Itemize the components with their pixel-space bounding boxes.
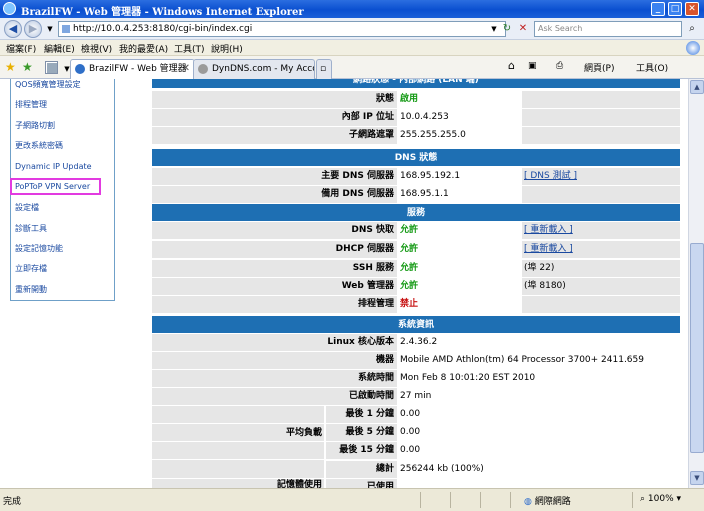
window-title: BrazilFW - Web 管理器 - Windows Internet Ex… (21, 7, 304, 18)
feeds-icon[interactable]: ▣ (528, 61, 537, 71)
menu-help[interactable]: 說明(H) (211, 42, 243, 55)
url-input[interactable]: http://10.0.4.253:8180/cgi-bin/index.cgi (58, 21, 506, 37)
quick-tabs-icon[interactable] (45, 61, 58, 74)
address-bar: ◀ ▶ ▼ http://10.0.4.253:8180/cgi-bin/ind… (0, 18, 704, 40)
vertical-scrollbar[interactable]: ▲ ▼ (688, 79, 704, 488)
page-menu[interactable]: 網頁(P) (584, 61, 614, 74)
reload-dns-link[interactable]: [ 重新載入 ] (522, 222, 680, 239)
tab-brazilfw[interactable]: BrazilFW - Web 管理器 ✕ (70, 59, 195, 79)
sidebar-item-qos[interactable]: QOS頻寬管理設定 (15, 79, 81, 90)
table-row: SSH 服務 允許 (埠 22) (152, 260, 680, 278)
table-row: DNS 快取 允許 [ 重新載入 ] (152, 222, 680, 240)
ie-logo-icon (686, 41, 700, 55)
table-row: 機器 Mobile AMD Athlon(tm) 64 Processor 37… (152, 352, 680, 370)
highlight-box (10, 178, 101, 195)
tab-dyndns[interactable]: DynDNS.com - My Account -... (193, 59, 315, 79)
search-input[interactable]: Ask Search (534, 21, 682, 37)
tab-label: BrazilFW - Web 管理器 (89, 64, 187, 74)
menu-view[interactable]: 檢視(V) (81, 42, 112, 55)
table-row: DHCP 伺服器 允許 [ 重新載入 ] (152, 241, 680, 259)
sidebar-item-subnet[interactable]: 子網路切割 (15, 120, 55, 131)
table-row: 備用 DNS 伺服器 168.95.1.1 (152, 186, 680, 204)
maximize-button[interactable]: □ (668, 2, 682, 16)
table-row: 主要 DNS 伺服器 168.95.192.1 [ DNS 測試 ] (152, 168, 680, 186)
menu-tools[interactable]: 工具(T) (174, 42, 205, 55)
dns-test-link[interactable]: [ DNS 測試 ] (522, 168, 680, 185)
globe-icon: ◍ (524, 497, 532, 507)
table-row: 最後 5 分鐘 0.00 (152, 424, 680, 442)
tab-bar: ★ ★ ▼ BrazilFW - Web 管理器 ✕ DynDNS.com - … (0, 56, 704, 79)
table-row: Linux 核心版本 2.4.36.2 (152, 334, 680, 352)
search-icon[interactable]: ⌕ (685, 22, 699, 36)
status-panel: 網路狀態 - 內部網路 (LAN 端) 狀態 啟用 內部 IP 位址 10.0.… (152, 79, 680, 488)
sidebar-item-diagnostics[interactable]: 診斷工具 (15, 223, 47, 234)
table-row: 已啟動時間 27 min (152, 388, 680, 406)
internet-zone: ◍ 網際網路 (524, 497, 571, 507)
home-icon[interactable]: ⌂ (508, 59, 515, 72)
tools-menu[interactable]: 工具(O) (636, 61, 668, 74)
tab-page-icon (198, 64, 208, 74)
add-favorites-icon[interactable]: ★ (22, 60, 33, 74)
services-header: 服務 (152, 204, 680, 222)
menu-edit[interactable]: 編輯(E) (44, 42, 75, 55)
print-icon[interactable]: ⎙ (556, 61, 563, 71)
table-row: 最後 15 分鐘 0.00 (152, 442, 680, 460)
scroll-thumb[interactable] (690, 243, 704, 453)
close-button[interactable]: ✕ (685, 2, 699, 16)
lan-header: 網路狀態 - 內部網路 (LAN 端) (152, 79, 680, 89)
sidebar-item-config[interactable]: 設定檔 (15, 202, 39, 213)
zoom-level[interactable]: ⌕ 100% ▾ (640, 494, 681, 504)
table-row: 最後 1 分鐘 0.00 (152, 406, 680, 424)
system-header: 系統資訊 (152, 316, 680, 334)
table-row: 系統時間 Mon Feb 8 10:01:20 EST 2010 (152, 370, 680, 388)
sidebar-item-memory[interactable]: 設定記憶功能 (15, 243, 63, 254)
tab-page-icon (75, 64, 85, 74)
url-dropdown-icon[interactable]: ▼ (487, 22, 501, 36)
table-row: 排程管理 禁止 (152, 296, 680, 314)
history-dropdown-icon[interactable]: ▼ (43, 22, 57, 36)
table-row: 子網路遮罩 255.255.255.0 (152, 127, 680, 145)
sidebar-item-schedule[interactable]: 排程管理 (15, 99, 47, 110)
menu-favorites[interactable]: 我的最愛(A) (119, 42, 168, 55)
menu-file[interactable]: 檔案(F) (6, 42, 36, 55)
url-text: http://10.0.4.253:8180/cgi-bin/index.cgi (73, 24, 253, 34)
reload-dhcp-link[interactable]: [ 重新載入 ] (522, 241, 680, 258)
menu-bar: 檔案(F) 編輯(E) 檢視(V) 我的最愛(A) 工具(T) 說明(H) (0, 40, 704, 56)
table-row: 狀態 啟用 (152, 91, 680, 109)
favorites-star-icon[interactable]: ★ (5, 60, 16, 74)
sidebar-item-reboot[interactable]: 重新開動 (15, 284, 47, 295)
sidebar-item-save[interactable]: 立即存檔 (15, 263, 47, 274)
table-row: 已使用 (152, 479, 680, 488)
dns-header: DNS 狀態 (152, 149, 680, 167)
ie-icon (3, 2, 16, 15)
close-tab-icon[interactable]: ✕ (182, 60, 190, 78)
table-row: 內部 IP 位址 10.0.4.253 (152, 109, 680, 127)
refresh-button[interactable]: ↻ (500, 22, 514, 36)
tab-label: DynDNS.com - My Account -... (212, 64, 314, 74)
sidebar-item-password[interactable]: 更改系統密碼 (15, 140, 63, 151)
magnifier-icon: ⌕ (640, 494, 646, 504)
stop-button[interactable]: ✕ (516, 22, 530, 36)
status-text: 完成 (3, 497, 22, 507)
table-row: Web 管理器 允許 (埠 8180) (152, 278, 680, 296)
forward-button[interactable]: ▶ (24, 20, 42, 38)
new-tab-button[interactable]: ▫ (316, 59, 332, 79)
scroll-down-icon[interactable]: ▼ (690, 471, 704, 485)
table-row: 總計 256244 kb (100%) (152, 461, 680, 479)
back-button[interactable]: ◀ (4, 20, 22, 38)
page-icon (62, 25, 70, 33)
sidebar-item-dynamic-ip[interactable]: Dynamic IP Update (15, 162, 92, 171)
minimize-button[interactable]: _ (651, 2, 665, 16)
status-bar: 完成 ◍ 網際網路 ⌕ 100% ▾ (0, 488, 704, 511)
scroll-up-icon[interactable]: ▲ (690, 80, 704, 94)
page-content: QOS頻寬管理設定 排程管理 子網路切割 更改系統密碼 Dynamic IP U… (0, 79, 688, 488)
title-bar: BrazilFW - Web 管理器 - Windows Internet Ex… (0, 0, 704, 18)
